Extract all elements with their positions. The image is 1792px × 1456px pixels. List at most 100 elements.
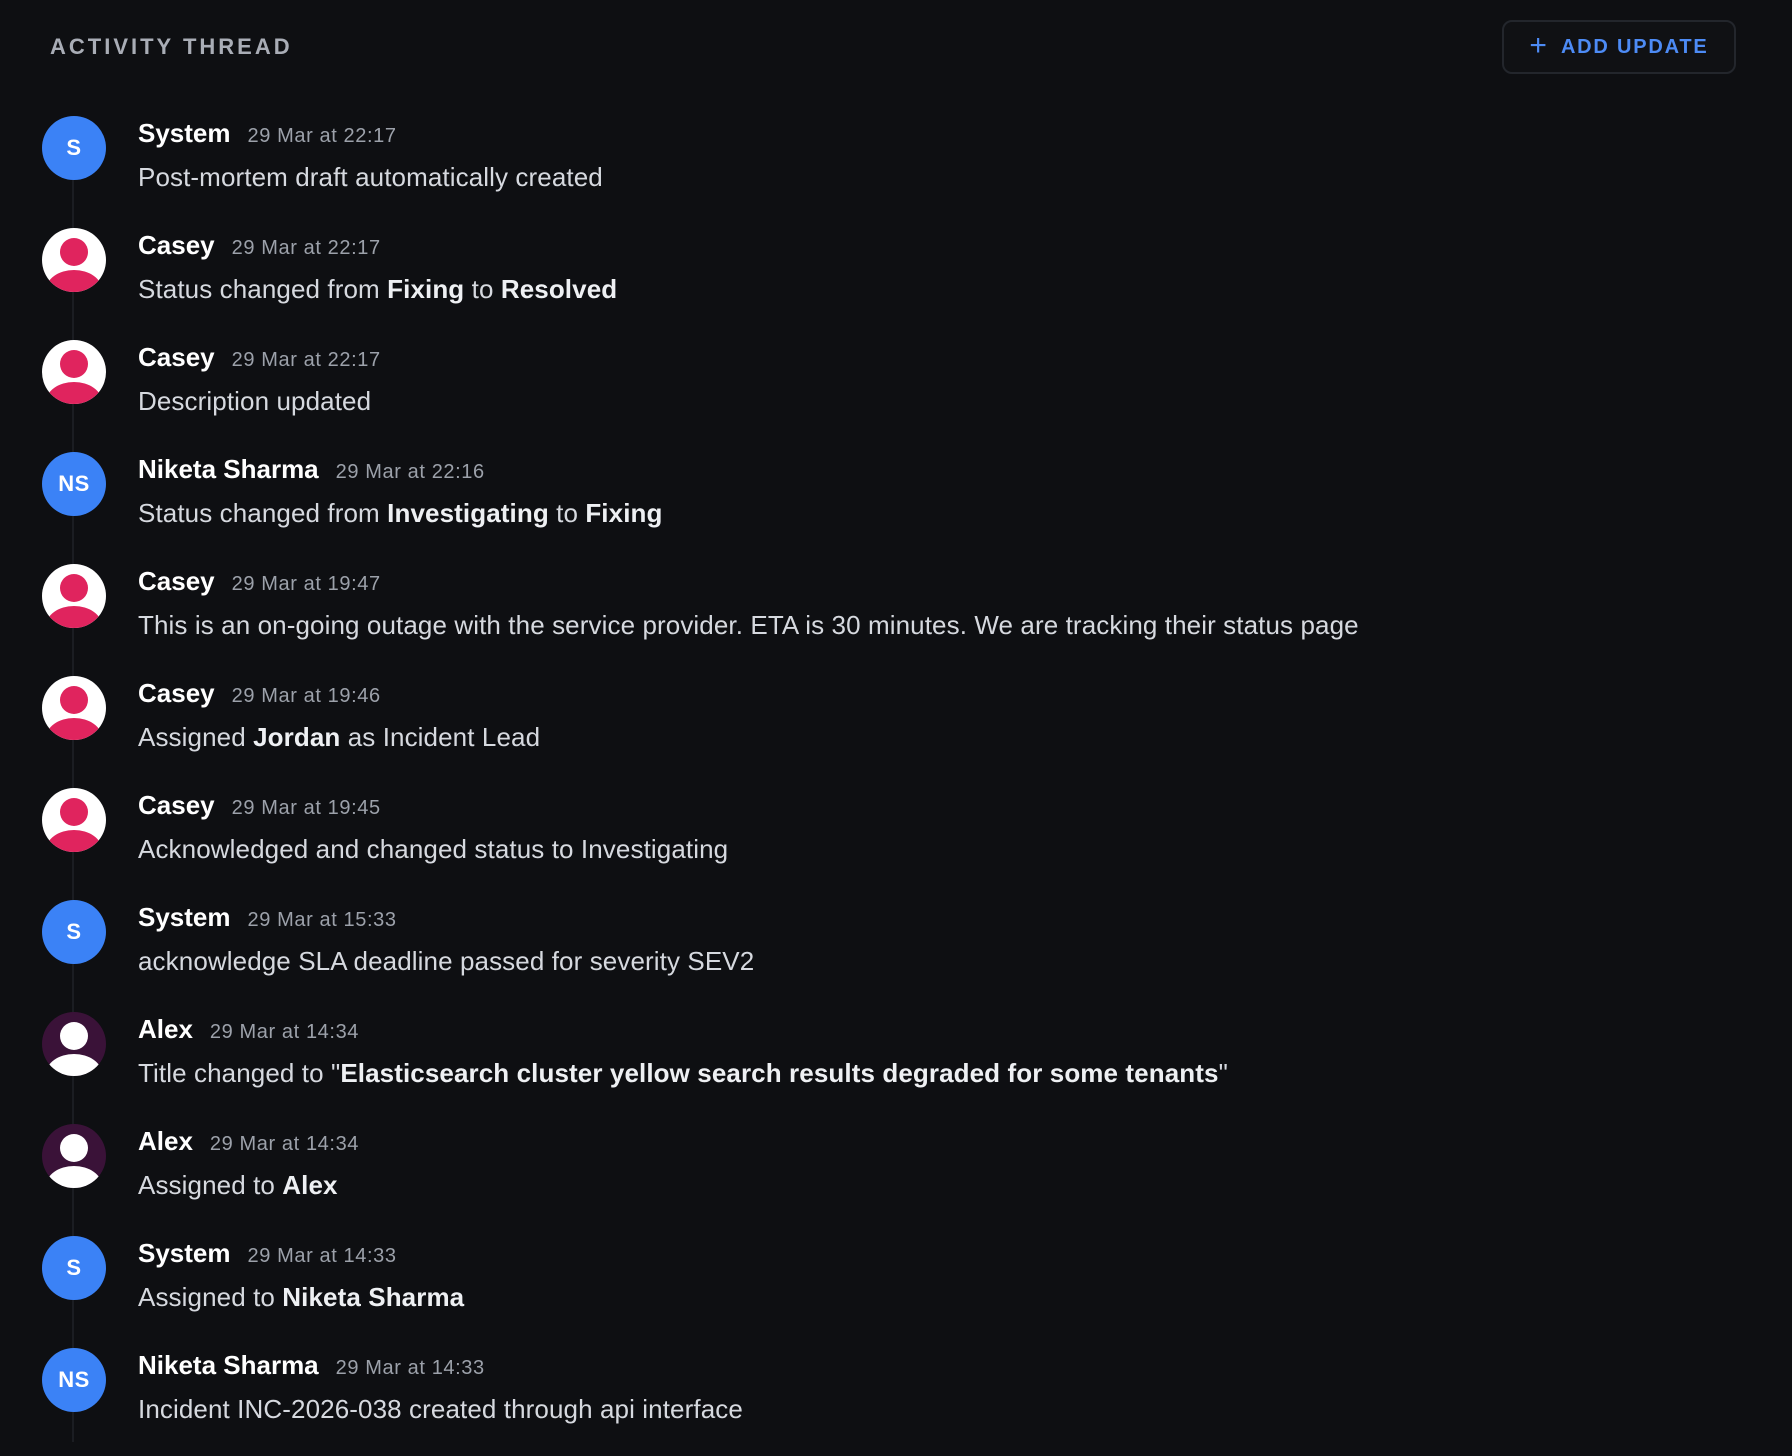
activity-entry: Alex 29 Mar at 14:34 Title changed to "Ela…: [0, 1008, 1792, 1120]
entry-meta: Alex 29 Mar at 14:34: [138, 1126, 359, 1157]
activity-entry: Alex 29 Mar at 14:34 Assigned to Alex: [0, 1120, 1792, 1232]
activity-entry: Casey 29 Mar at 19:45 Acknowledged and cha…: [0, 784, 1792, 896]
message-highlight: Resolved: [500, 274, 618, 304]
user-avatar-icon: [42, 1012, 106, 1076]
message-text: acknowledge SLA deadline passed for seve…: [138, 946, 755, 976]
activity-entry: S System 29 Mar at 14:33 Assigned to Niketa…: [0, 1232, 1792, 1344]
entry-message: Incident INC-2026-038 created through ap…: [138, 1394, 743, 1425]
entry-message: Assigned Jordan as Incident Lead: [138, 722, 540, 753]
entry-message: Assigned to Alex: [138, 1170, 338, 1201]
user-avatar-icon: [42, 340, 106, 404]
message-highlight: Niketa Sharma: [282, 1282, 465, 1312]
timestamp: 29 Mar at 19:47: [231, 573, 381, 595]
author-name: Alex: [138, 1014, 193, 1044]
user-avatar-icon: [42, 564, 106, 628]
message-text: Assigned to: [138, 1170, 283, 1200]
activity-entry: S System 29 Mar at 22:17 Post-mortem draft …: [0, 112, 1792, 224]
timestamp: 29 Mar at 14:33: [335, 1357, 485, 1379]
entry-meta: Casey 29 Mar at 19:45: [138, 790, 381, 821]
author-name: System: [138, 118, 231, 148]
activity-entry: Casey 29 Mar at 19:46 Assigned Jordan as I…: [0, 672, 1792, 784]
message-highlight: Fixing: [387, 274, 465, 304]
author-name: Casey: [138, 230, 215, 260]
avatar: S: [42, 1236, 106, 1300]
user-avatar-icon: [42, 788, 106, 852]
message-text: Assigned to: [138, 1282, 283, 1312]
message-text: Assigned: [138, 722, 254, 752]
user-avatar-icon: [42, 1124, 106, 1188]
entry-message: Description updated: [138, 386, 371, 417]
timestamp: 29 Mar at 22:17: [247, 125, 397, 147]
entry-message: Status changed from Investigating to Fix…: [138, 498, 662, 529]
author-name: Casey: [138, 342, 215, 372]
avatar: NS: [42, 1348, 106, 1412]
activity-entry: Casey 29 Mar at 22:17 Description updated: [0, 336, 1792, 448]
message-highlight: Fixing: [585, 498, 663, 528]
entry-meta: Casey 29 Mar at 22:17: [138, 342, 381, 373]
avatar: S: [42, 900, 106, 964]
activity-entry: NS Niketa Sharma 29 Mar at 22:16 Status cha…: [0, 448, 1792, 560]
message-text: to: [548, 498, 586, 528]
entry-meta: Niketa Sharma 29 Mar at 22:16: [138, 454, 485, 485]
entry-meta: Casey 29 Mar at 19:47: [138, 566, 381, 597]
entry-message: Post-mortem draft automatically created: [138, 162, 603, 193]
message-text: as Incident Lead: [340, 722, 541, 752]
message-text: ": [1218, 1058, 1228, 1088]
author-name: Casey: [138, 790, 215, 820]
message-text: Acknowledged and changed status to Inves…: [138, 834, 729, 864]
message-text: to: [464, 274, 501, 304]
entry-meta: Casey 29 Mar at 22:17: [138, 230, 381, 261]
entry-message: This is an on-going outage with the serv…: [138, 610, 1359, 641]
activity-entry: S System 29 Mar at 15:33 acknowledge SLA de…: [0, 896, 1792, 1008]
timestamp: 29 Mar at 15:33: [247, 909, 397, 931]
activity-entry: NS Niketa Sharma 29 Mar at 14:33 Incident I…: [0, 1344, 1792, 1456]
timestamp: 29 Mar at 14:34: [209, 1133, 360, 1155]
author-name: Niketa Sharma: [138, 1350, 319, 1380]
user-avatar-icon: [42, 676, 106, 740]
timestamp: 29 Mar at 22:16: [335, 461, 485, 483]
activity-list: S System 29 Mar at 22:17 Post-mortem draft …: [0, 112, 1792, 1456]
message-highlight: Elasticsearch cluster yellow search resu…: [340, 1058, 1219, 1088]
author-name: Alex: [138, 1126, 193, 1156]
entry-meta: Alex 29 Mar at 14:34: [138, 1014, 359, 1045]
message-text: Status changed from: [138, 274, 388, 304]
author-name: System: [138, 902, 231, 932]
entry-message: acknowledge SLA deadline passed for seve…: [138, 946, 754, 977]
plus-icon: +: [1529, 29, 1547, 62]
message-highlight: Jordan: [253, 722, 341, 752]
author-name: Casey: [138, 566, 215, 596]
entry-message: Acknowledged and changed status to Inves…: [138, 834, 728, 865]
avatar: NS: [42, 452, 106, 516]
entry-message: Status changed from Fixing to Resolved: [138, 274, 617, 305]
activity-entry: Casey 29 Mar at 19:47 This is an on-going …: [0, 560, 1792, 672]
message-highlight: Investigating: [387, 498, 549, 528]
timestamp: 29 Mar at 14:33: [247, 1245, 397, 1267]
entry-meta: Casey 29 Mar at 19:46: [138, 678, 381, 709]
activity-entry: Casey 29 Mar at 22:17 Status changed from …: [0, 224, 1792, 336]
entry-message: Assigned to Niketa Sharma: [138, 1282, 464, 1313]
message-text: Post-mortem draft automatically created: [138, 162, 603, 192]
timestamp: 29 Mar at 19:45: [231, 797, 381, 819]
add-update-label: ADD UPDATE: [1560, 35, 1709, 58]
entry-meta: System 29 Mar at 14:33: [138, 1238, 397, 1269]
timestamp: 29 Mar at 22:17: [231, 237, 381, 259]
user-avatar-icon: [42, 228, 106, 292]
add-update-button[interactable]: + ADD UPDATE: [1502, 20, 1736, 74]
message-highlight: Alex: [282, 1170, 338, 1200]
activity-thread-header: ACTIVITY THREAD + ADD UPDATE: [0, 0, 1792, 96]
section-title: ACTIVITY THREAD: [50, 34, 293, 59]
message-text: Description updated: [138, 386, 372, 416]
avatar: S: [42, 116, 106, 180]
timestamp: 29 Mar at 19:46: [231, 685, 381, 707]
message-text: Incident INC-2026-038 created through ap…: [138, 1394, 743, 1424]
timestamp: 29 Mar at 14:34: [209, 1021, 360, 1043]
message-text: Title changed to ": [138, 1058, 341, 1088]
entry-meta: Niketa Sharma 29 Mar at 14:33: [138, 1350, 485, 1381]
entry-message: Title changed to "Elasticsearch cluster …: [138, 1058, 1228, 1089]
message-text: This is an on-going outage with the serv…: [138, 610, 1359, 640]
author-name: Niketa Sharma: [138, 454, 319, 484]
entry-meta: System 29 Mar at 22:17: [138, 118, 397, 149]
author-name: Casey: [138, 678, 215, 708]
author-name: System: [138, 1238, 231, 1268]
timestamp: 29 Mar at 22:17: [231, 349, 381, 371]
